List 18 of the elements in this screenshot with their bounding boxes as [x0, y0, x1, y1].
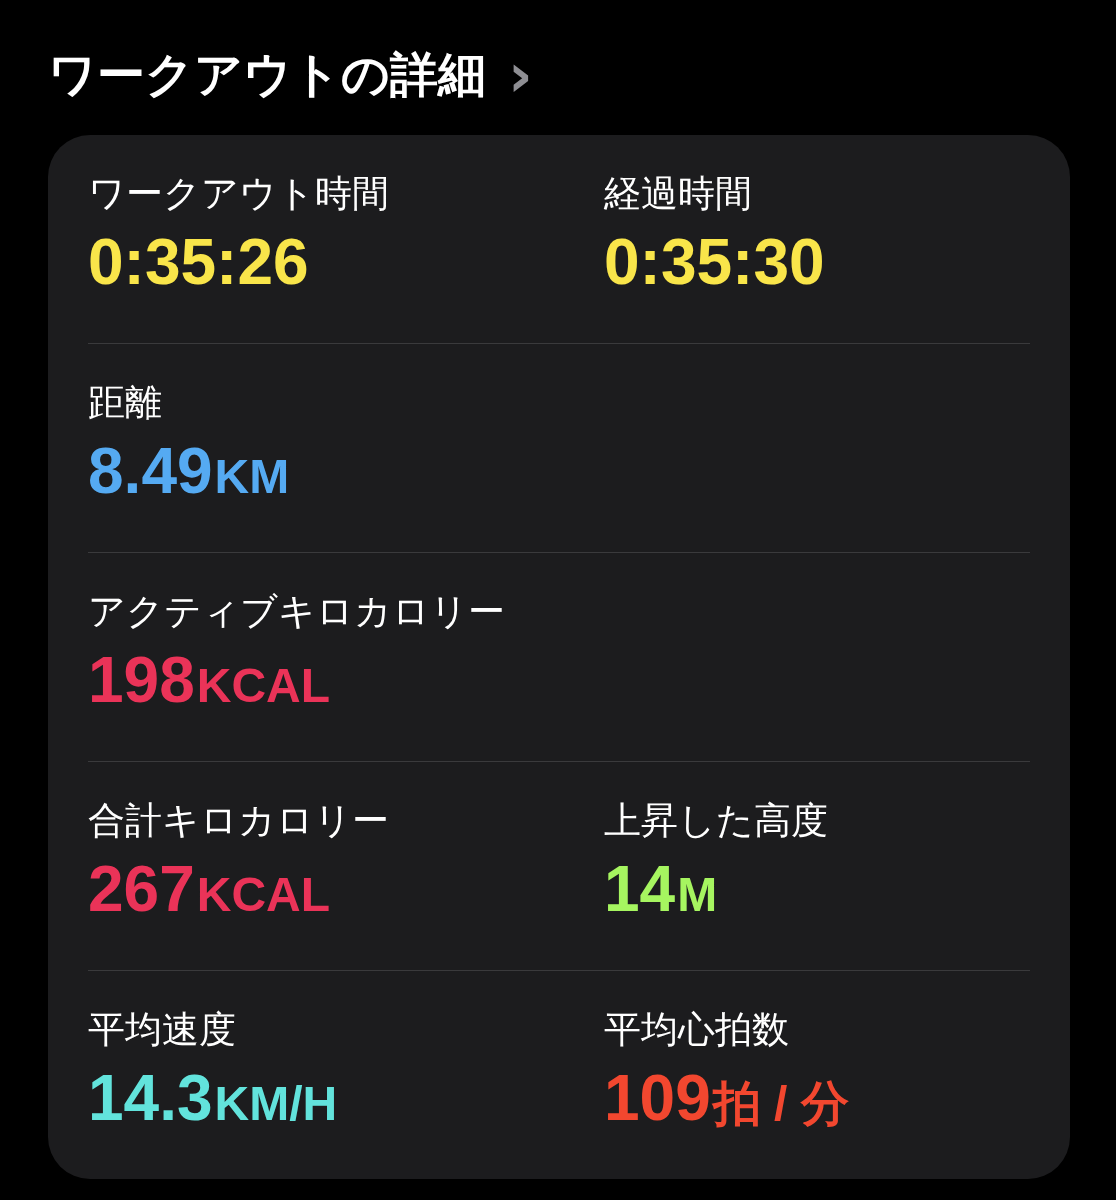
metric-value: 14.3KM/H: [88, 1061, 339, 1136]
metric-value: 109拍 / 分: [604, 1061, 850, 1136]
metric-value: 14M: [604, 852, 719, 927]
metric-label: 上昇した高度: [604, 798, 829, 844]
metric-label: 経過時間: [604, 171, 753, 217]
chevron-icon[interactable]: ›: [508, 45, 533, 105]
metric-value: 0:35:30: [604, 225, 826, 300]
metric-value: 8.49KM: [88, 434, 291, 509]
metric-label: ワークアウト時間: [88, 171, 390, 217]
metric-label: アクティブキロカロリー: [88, 589, 506, 635]
metric-value: 267KCAL: [88, 852, 332, 927]
metric-label: 平均速度: [88, 1007, 237, 1053]
metric-label: 距離: [88, 380, 163, 426]
section-title: ワークアウトの詳細: [48, 45, 486, 104]
metric-label: 平均心拍数: [604, 1007, 790, 1053]
metric-label: 合計キロカロリー: [88, 798, 390, 844]
metric-value: 198KCAL: [88, 643, 332, 718]
metric-value: 0:35:26: [88, 225, 310, 300]
